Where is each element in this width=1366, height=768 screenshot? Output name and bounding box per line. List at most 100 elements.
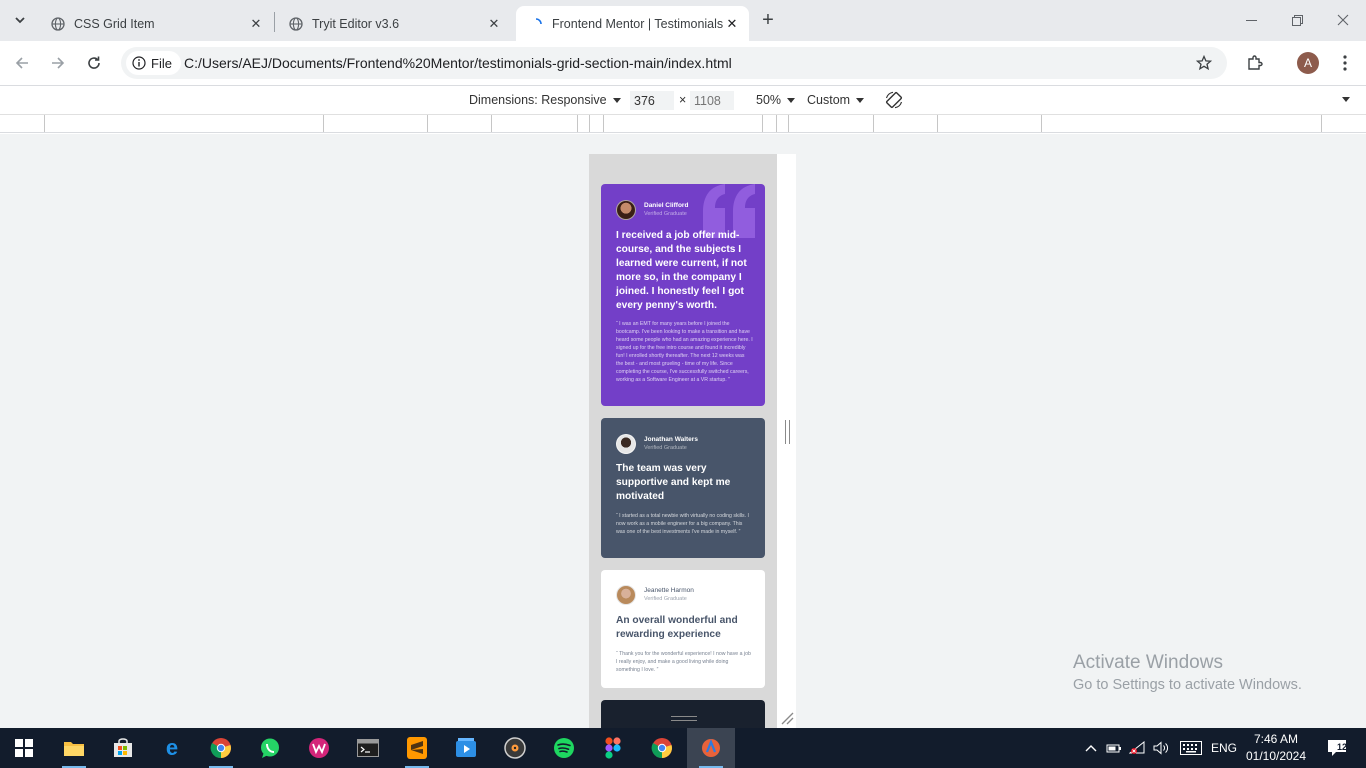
height-input[interactable] <box>690 91 734 110</box>
info-icon <box>132 56 146 70</box>
ruler-tick <box>937 115 938 132</box>
dimensions-dropdown[interactable]: Dimensions: Responsive <box>469 93 621 107</box>
testimonial-quote: I received a job offer mid-course, and t… <box>616 230 747 311</box>
close-icon[interactable]: ✕ <box>723 15 741 33</box>
close-icon[interactable]: ✕ <box>247 15 265 33</box>
ruler-tick <box>427 115 428 132</box>
url-text[interactable]: C:/Users/AEJ/Documents/Frontend%20Mentor… <box>184 55 732 71</box>
taskbar-chrome[interactable] <box>197 728 245 768</box>
minimize-icon <box>1245 19 1257 21</box>
figma-icon <box>605 737 621 759</box>
volume-icon[interactable] <box>1151 728 1173 768</box>
edge-icon: e <box>166 737 178 759</box>
device-toolbar-menu[interactable] <box>1342 97 1350 102</box>
clock-time: 7:46 AM <box>1253 732 1299 746</box>
tab-frontend-mentor[interactable]: Frontend Mentor | Testimonials ✕ <box>516 6 749 41</box>
tray-overflow-chevron-up-icon[interactable] <box>1082 728 1100 768</box>
tab-separator <box>274 12 275 32</box>
ruler-tick <box>762 115 763 132</box>
taskbar-active-app[interactable] <box>687 728 735 768</box>
extensions-puzzle-icon[interactable] <box>1243 51 1267 75</box>
dimension-times: × <box>679 93 687 107</box>
language-indicator[interactable]: ENG <box>1208 728 1240 768</box>
taskbar-music-app[interactable] <box>491 728 539 768</box>
ruler-tick <box>603 115 604 132</box>
restore-icon <box>1291 14 1303 26</box>
browser-toolbar: File C:/Users/AEJ/Documents/Frontend%20M… <box>0 41 1366 86</box>
minimize-button[interactable] <box>1228 0 1274 40</box>
taskbar-media-player[interactable] <box>442 728 490 768</box>
clock[interactable]: 7:46 AM 01/10/2024 <box>1240 731 1312 765</box>
site-info-chip[interactable]: File <box>126 51 181 75</box>
dimensions-label: Dimensions: Responsive <box>469 93 607 107</box>
taskbar-figma[interactable] <box>589 728 637 768</box>
ruler-tick <box>323 115 324 132</box>
corner-resize-icon[interactable] <box>780 711 794 725</box>
taskbar-store[interactable] <box>99 728 147 768</box>
notification-center-button[interactable]: 12 <box>1320 728 1354 768</box>
chrome-icon <box>210 738 231 759</box>
taskbar-sublime-text[interactable] <box>393 728 441 768</box>
testimonial-card: Jonathan Walters Verified Graduate The t… <box>601 418 765 558</box>
ruler-tick <box>873 115 874 132</box>
rotate-button[interactable] <box>884 90 904 110</box>
author-status: Verified Graduate <box>644 596 687 602</box>
author: Jeanette Harmon Verified Graduate <box>616 585 694 605</box>
tab-title: Tryit Editor v3.6 <box>312 16 400 31</box>
profile-avatar[interactable]: A <box>1297 52 1319 74</box>
restore-button[interactable] <box>1274 0 1320 40</box>
taskbar-edge[interactable]: e <box>148 728 196 768</box>
taskbar-spotify[interactable] <box>540 728 588 768</box>
arrow-right-icon <box>52 57 65 69</box>
author: Jonathan Walters Verified Graduate <box>616 434 698 454</box>
author-name: Daniel Clifford <box>644 202 689 209</box>
spotify-icon <box>554 738 574 758</box>
media-query-ruler <box>0 115 1366 133</box>
app-icon <box>702 739 720 757</box>
tab-css-grid-item[interactable]: CSS Grid Item ✕ <box>38 6 273 41</box>
zoom-dropdown[interactable]: 50% <box>756 93 796 107</box>
battery-icon[interactable] <box>1104 728 1124 768</box>
sublime-text-icon <box>407 737 427 759</box>
activate-windows-watermark: Activate Windows Go to Settings to activ… <box>1073 652 1302 693</box>
ruler-tick <box>44 115 45 132</box>
ruler-tick <box>491 115 492 132</box>
globe-icon <box>50 16 66 32</box>
forward-button[interactable] <box>45 50 71 76</box>
taskbar-chrome-profile[interactable] <box>638 728 686 768</box>
bookmark-star-icon[interactable] <box>1192 51 1216 75</box>
zoom-label: 50% <box>756 93 782 107</box>
close-icon <box>1337 14 1349 26</box>
author-status: Verified Graduate <box>644 211 687 217</box>
media-player-icon <box>456 738 476 757</box>
throttle-dropdown[interactable]: Custom <box>807 93 865 107</box>
reload-button[interactable] <box>81 50 107 76</box>
address-bar[interactable]: File C:/Users/AEJ/Documents/Frontend%20M… <box>121 47 1227 79</box>
globe-icon <box>288 16 304 32</box>
new-tab-button[interactable]: + <box>757 9 779 31</box>
caret-down-icon <box>856 97 865 103</box>
ruler-tick <box>1321 115 1322 132</box>
network-icon[interactable] <box>1127 728 1149 768</box>
tab-search-button[interactable] <box>8 8 32 32</box>
taskbar-wps[interactable] <box>295 728 343 768</box>
close-window-button[interactable] <box>1320 0 1366 40</box>
tab-title: Frontend Mentor | Testimonials <box>552 16 723 31</box>
back-button[interactable] <box>9 50 35 76</box>
width-input[interactable] <box>630 91 674 110</box>
device-screen[interactable]: Daniel Clifford Verified Graduate I rece… <box>589 154 777 728</box>
close-icon[interactable]: ✕ <box>485 15 503 33</box>
taskbar-terminal[interactable] <box>344 728 392 768</box>
start-button[interactable] <box>0 728 48 768</box>
testimonial-body: “ I started as a total newbie with virtu… <box>616 513 749 535</box>
author-name: Jeanette Harmon <box>644 587 694 594</box>
taskbar-file-explorer[interactable] <box>50 728 98 768</box>
caret-down-icon <box>1342 97 1350 102</box>
keyboard-icon[interactable] <box>1177 728 1205 768</box>
more-menu-icon[interactable] <box>1333 51 1357 75</box>
avatar <box>616 200 636 220</box>
height-resize-handle[interactable] <box>671 716 697 721</box>
taskbar-whatsapp[interactable] <box>246 728 294 768</box>
width-resize-handle[interactable] <box>785 420 790 444</box>
tab-tryit-editor[interactable]: Tryit Editor v3.6 ✕ <box>276 6 511 41</box>
